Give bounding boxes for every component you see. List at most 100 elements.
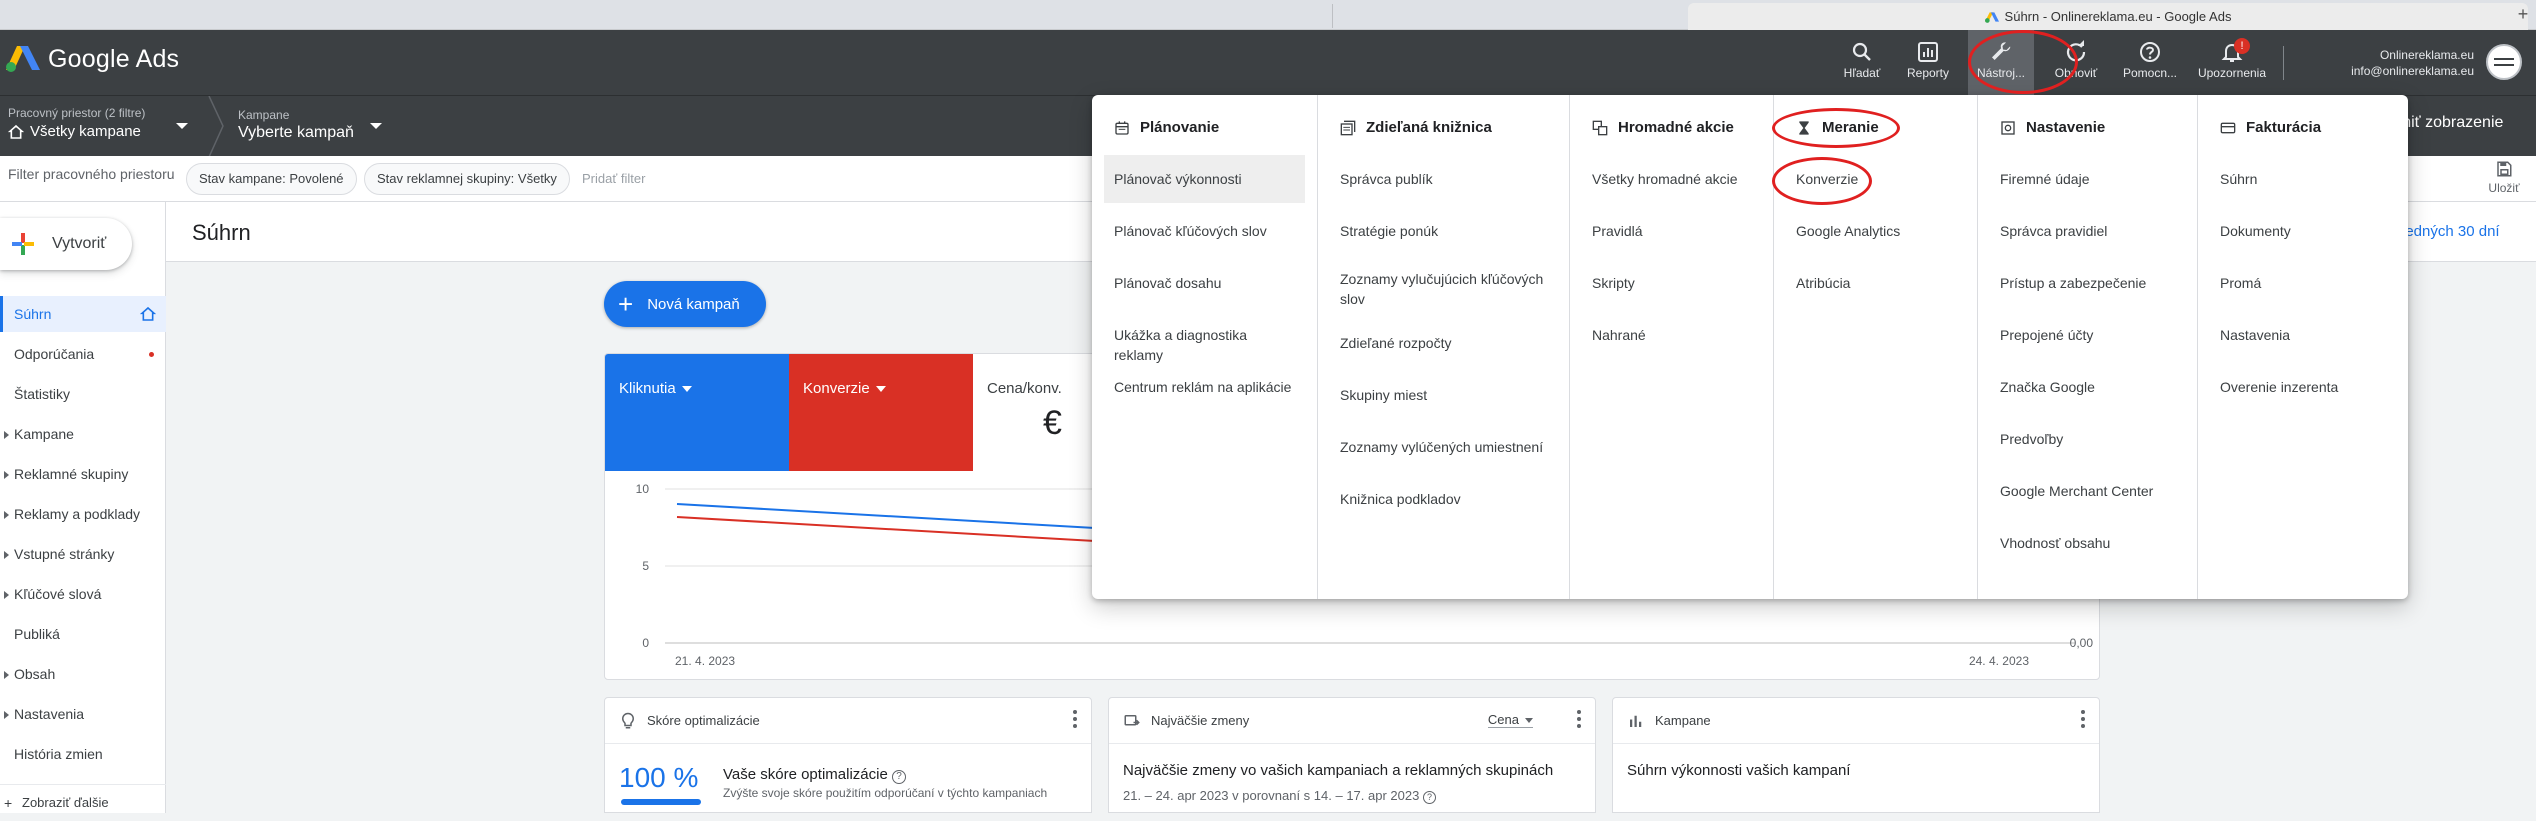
save-button[interactable]: Uložiť — [2484, 160, 2524, 195]
browser-tab-active[interactable]: Súhrn - Onlinereklama.eu - Google Ads — [1688, 3, 2528, 30]
nav-item-ad-groups[interactable]: Reklamné skupiny — [0, 456, 166, 492]
menu-item-keyword-planner[interactable]: Plánovač kľúčových slov — [1104, 221, 1305, 241]
biggest-changes-card: Najväčšie zmeny Cena Najväčšie zmeny vo … — [1108, 697, 1596, 813]
menu-item-rules[interactable]: Pravidlá — [1582, 221, 1761, 241]
google-ads-logo[interactable]: Google Ads — [6, 44, 179, 74]
menu-item-reach-planner[interactable]: Plánovač dosahu — [1104, 273, 1305, 293]
workspace-picker[interactable]: Pracovný priestor (2 filtre) Všetky kamp… — [0, 96, 200, 157]
menu-item-merchant-center[interactable]: Google Merchant Center — [1990, 481, 2185, 501]
metric-tile-label: Konverzie — [803, 380, 870, 397]
menu-item-uploads[interactable]: Nahrané — [1582, 325, 1761, 345]
menu-item-google-tag[interactable]: Značka Google — [1990, 377, 2185, 397]
date-range-picker[interactable]: ledných 30 dní — [2402, 223, 2500, 240]
nav-item-keywords[interactable]: Kľúčové slová — [0, 576, 166, 612]
series-line-conversions — [676, 516, 1096, 542]
filter-chip-campaign-status[interactable]: Stav kampane: Povolené — [186, 163, 357, 195]
menu-item-advertiser-verification[interactable]: Overenie inzerenta — [2210, 377, 2396, 397]
expand-icon — [4, 511, 9, 519]
more-options-icon[interactable] — [1073, 710, 1077, 730]
optimization-heading-text: Vaše skóre optimalizácie — [723, 766, 888, 783]
menu-item-linked-accounts[interactable]: Prepojené účty — [1990, 325, 2185, 345]
menu-item-shared-budgets[interactable]: Zdieľané rozpočty — [1330, 333, 1557, 353]
notifications-button[interactable]: ! Upozornenia — [2196, 36, 2268, 90]
save-icon — [2497, 161, 2512, 177]
more-options-icon[interactable] — [1577, 710, 1581, 730]
nav-item-overview[interactable]: Súhrn — [0, 296, 166, 332]
nav-item-ads-assets[interactable]: Reklamy a podklady — [0, 496, 166, 532]
more-options-icon[interactable] — [2081, 710, 2085, 730]
campaign-picker[interactable]: Kampane Vyberte kampaň — [230, 96, 390, 157]
menu-item-preferences[interactable]: Predvoľby — [1990, 429, 2185, 449]
nav-item-landing-pages[interactable]: Vstupné stránky — [0, 536, 166, 572]
campaigns-card: Kampane Súhrn výkonnosti vašich kampaní — [1612, 697, 2100, 813]
account-info[interactable]: Onlinereklama.eu info@onlinereklama.eu — [2351, 47, 2474, 79]
nav-item-content[interactable]: Obsah — [0, 656, 166, 692]
menu-item-content-suitability[interactable]: Vhodnosť obsahu — [1990, 533, 2185, 553]
menu-item-all-bulk-actions[interactable]: Všetky hromadné akcie — [1582, 169, 1761, 189]
nav-item-recommendations[interactable]: Odporúčania — [0, 336, 166, 372]
reports-button[interactable]: Reporty — [1898, 36, 1958, 90]
chevron-right-icon — [208, 96, 224, 157]
metric-tile-clicks[interactable]: Kliknutia — [605, 354, 789, 471]
annotation-circle-conversions — [1772, 157, 1872, 205]
menu-heading-shared-library: Zdieľaná knižnica — [1340, 119, 1492, 136]
nav-item-label: Vstupné stránky — [14, 546, 115, 562]
filter-chip-adgroup-status[interactable]: Stav reklamnej skupiny: Všetky — [364, 163, 570, 195]
changes-icon — [1124, 715, 1140, 726]
nav-item-insights[interactable]: Štatistiky — [0, 376, 166, 412]
metric-dropdown[interactable]: Cena — [1487, 712, 1533, 728]
menu-item-placement-exclusion-lists[interactable]: Zoznamy vylúčených umiestnení — [1330, 437, 1557, 457]
menu-item-google-analytics[interactable]: Google Analytics — [1786, 221, 1965, 241]
menu-item-performance-planner[interactable]: Plánovač výkonnosti — [1104, 155, 1305, 203]
x-tick-label-start: 21. 4. 2023 — [675, 654, 735, 668]
nav-item-change-history[interactable]: História zmien — [0, 736, 166, 772]
avatar[interactable] — [2486, 44, 2522, 80]
nav-item-label: Kampane — [14, 426, 74, 442]
create-button[interactable]: Vytvoriť — [0, 218, 132, 270]
nav-item-settings[interactable]: Nastavenia — [0, 696, 166, 732]
menu-item-location-groups[interactable]: Skupiny miest — [1330, 385, 1557, 405]
browser-tab-title: Súhrn - Onlinereklama.eu - Google Ads — [2004, 9, 2232, 24]
new-tab-icon[interactable]: + — [2514, 5, 2532, 24]
nav-item-audiences[interactable]: Publiká — [0, 616, 166, 652]
nav-item-label: Súhrn — [14, 306, 52, 322]
menu-item-audience-manager[interactable]: Správca publík — [1330, 169, 1557, 189]
nav-item-campaigns[interactable]: Kampane — [0, 416, 166, 452]
menu-item-policy-manager[interactable]: Správca pravidiel — [1990, 221, 2185, 241]
dropdown-icon — [681, 386, 692, 393]
expand-icon — [4, 711, 9, 719]
filter-label: Filter pracovného priestoru — [8, 166, 175, 182]
menu-item-billing-settings[interactable]: Nastavenia — [2210, 325, 2396, 345]
menu-item-promotions[interactable]: Promá — [2210, 273, 2396, 293]
plus-icon: + — [4, 795, 13, 811]
nav-item-label: Kľúčové slová — [14, 586, 102, 602]
menu-item-scripts[interactable]: Skripty — [1582, 273, 1761, 293]
menu-item-business-data[interactable]: Firemné údaje — [1990, 169, 2185, 189]
y-tick-label: 0 — [642, 636, 649, 650]
menu-item-app-advertising-hub[interactable]: Centrum reklám na aplikácie — [1104, 377, 1305, 397]
add-filter-link[interactable]: Pridať filter — [582, 171, 645, 186]
home-icon — [140, 306, 156, 321]
menu-item-asset-library[interactable]: Knižnica podkladov — [1330, 489, 1557, 509]
metric-tile-conversions[interactable]: Konverzie — [789, 354, 973, 471]
page-title: Súhrn — [192, 220, 251, 245]
help-icon[interactable]: ? — [1422, 791, 1436, 804]
browser-tab-inactive[interactable] — [1332, 4, 1688, 28]
menu-item-documents[interactable]: Dokumenty — [2210, 221, 2396, 241]
help-icon[interactable]: ? — [891, 770, 906, 784]
new-campaign-button[interactable]: + Nová kampaň — [604, 281, 766, 327]
metric-tile-cost-per-conversion[interactable]: Cena/konv. € — [973, 354, 1103, 471]
menu-item-negative-keyword-lists[interactable]: Zoznamy vylučujúcich kľúčových slov — [1330, 269, 1557, 309]
menu-heading-text: Fakturácia — [2246, 119, 2322, 136]
dropdown-icon — [1525, 718, 1533, 723]
bulk-actions-icon — [1592, 120, 1608, 135]
menu-item-access-security[interactable]: Prístup a zabezpečenie — [1990, 273, 2185, 293]
menu-item-bid-strategies[interactable]: Stratégie ponúk — [1330, 221, 1557, 241]
menu-item-attribution[interactable]: Atribúcia — [1786, 273, 1965, 293]
menu-item-ad-preview[interactable]: Ukážka a diagnostika reklamy — [1104, 325, 1305, 365]
nav-item-show-more[interactable]: + Zobraziť ďalšie — [0, 784, 166, 820]
header-divider — [2283, 46, 2284, 80]
help-button[interactable]: Pomocn... — [2120, 36, 2180, 90]
menu-item-billing-summary[interactable]: Súhrn — [2210, 169, 2396, 189]
search-button[interactable]: Hľadať — [1832, 36, 1892, 90]
